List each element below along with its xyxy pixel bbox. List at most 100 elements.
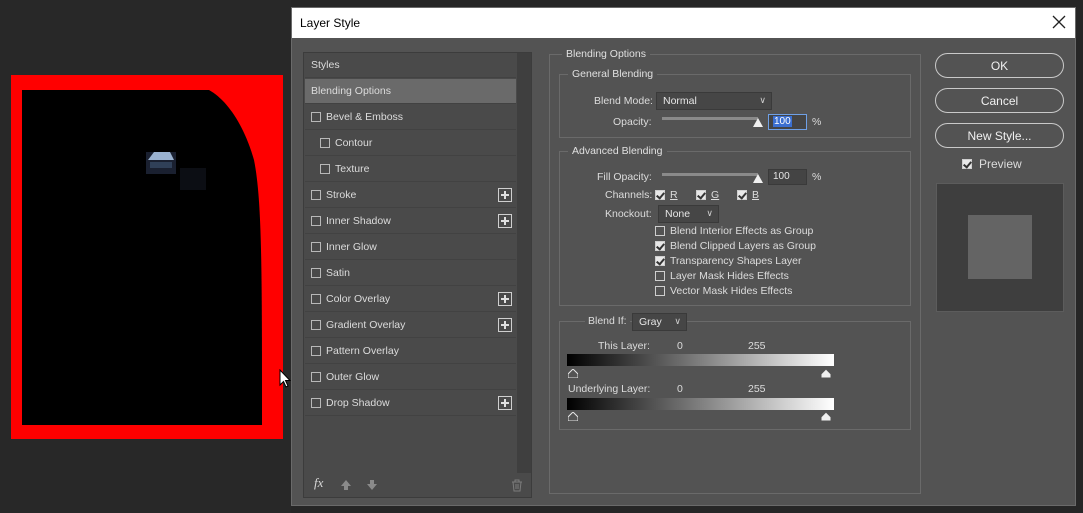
style-item-bevel-emboss[interactable]: Bevel & Emboss xyxy=(305,105,516,130)
close-icon[interactable] xyxy=(1051,14,1067,30)
style-checkbox[interactable] xyxy=(311,346,321,356)
this-layer-high-value: 255 xyxy=(748,340,766,352)
styles-footer: fx xyxy=(304,473,531,497)
channel-g-label: G xyxy=(711,189,720,201)
style-checkbox[interactable] xyxy=(311,190,321,200)
advanced-blending-title: Advanced Blending xyxy=(568,145,667,157)
blend-mode-dropdown[interactable]: Normal ∨ xyxy=(656,92,772,110)
style-item-outer-glow[interactable]: Outer Glow xyxy=(305,365,516,390)
general-blending-title: General Blending xyxy=(568,68,658,80)
style-checkbox[interactable] xyxy=(311,320,321,330)
this-layer-low-value: 0 xyxy=(677,340,683,352)
style-item-label: Inner Glow xyxy=(326,241,377,253)
blend-if-value: Gray xyxy=(639,316,662,328)
underlying-high-value: 255 xyxy=(748,383,766,395)
layer-mask-hides-label: Layer Mask Hides Effects xyxy=(670,270,789,282)
style-item-inner-shadow[interactable]: Inner Shadow xyxy=(305,209,516,234)
underlying-white-slider-icon[interactable] xyxy=(821,412,831,421)
style-item-label: Color Overlay xyxy=(326,293,391,305)
this-layer-white-slider-icon[interactable] xyxy=(821,369,831,378)
this-layer-black-slider-icon[interactable] xyxy=(568,369,578,378)
style-item-gradient-overlay[interactable]: Gradient Overlay xyxy=(305,313,516,338)
ok-button[interactable]: OK xyxy=(935,53,1064,78)
move-up-icon[interactable] xyxy=(340,479,352,491)
style-checkbox[interactable] xyxy=(311,112,321,122)
blend-if-group xyxy=(559,321,911,430)
blend-clipped-checkbox[interactable] xyxy=(655,241,665,251)
knockout-dropdown[interactable]: None ∨ xyxy=(658,205,719,223)
style-item-label: Drop Shadow xyxy=(326,397,390,409)
channel-r-checkbox[interactable] xyxy=(655,190,665,200)
this-layer-label: This Layer: xyxy=(598,340,650,352)
fill-opacity-input[interactable]: 100 xyxy=(768,169,807,185)
vector-mask-hides-checkbox[interactable] xyxy=(655,286,665,296)
channel-b-checkbox[interactable] xyxy=(737,190,747,200)
new-style-button[interactable]: New Style... xyxy=(935,123,1064,148)
styles-header[interactable]: Styles xyxy=(305,53,516,78)
style-item-label: Outer Glow xyxy=(326,371,380,383)
style-item-texture[interactable]: Texture xyxy=(305,157,516,182)
underlying-low-value: 0 xyxy=(677,383,683,395)
preview-checkbox[interactable] xyxy=(962,159,972,169)
styles-list-panel: Styles Blending Options Bevel & Emboss C… xyxy=(303,52,532,498)
add-stroke-plus-icon[interactable] xyxy=(498,188,512,202)
styles-scrollbar[interactable] xyxy=(517,53,531,473)
style-item-label: Satin xyxy=(326,267,350,279)
opacity-slider-thumb[interactable] xyxy=(753,118,763,127)
fill-opacity-slider-thumb[interactable] xyxy=(753,174,763,183)
cancel-button[interactable]: Cancel xyxy=(935,88,1064,113)
add-color-overlay-plus-icon[interactable] xyxy=(498,292,512,306)
chevron-down-icon: ∨ xyxy=(674,316,681,326)
fill-opacity-slider-track[interactable] xyxy=(662,173,758,176)
style-checkbox[interactable] xyxy=(311,398,321,408)
transparency-shapes-checkbox[interactable] xyxy=(655,256,665,266)
blend-mode-value: Normal xyxy=(663,95,697,107)
style-checkbox[interactable] xyxy=(311,216,321,226)
vector-mask-hides-label: Vector Mask Hides Effects xyxy=(670,285,793,297)
style-item-label: Inner Shadow xyxy=(326,215,391,227)
underlying-layer-label: Underlying Layer: xyxy=(568,383,651,395)
style-checkbox[interactable] xyxy=(320,138,330,148)
layer-mask-hides-checkbox[interactable] xyxy=(655,271,665,281)
document-canvas xyxy=(0,0,291,513)
channel-g-checkbox[interactable] xyxy=(696,190,706,200)
style-item-color-overlay[interactable]: Color Overlay xyxy=(305,287,516,312)
blend-if-dropdown[interactable]: Gray ∨ xyxy=(632,313,687,331)
opacity-value: 100 xyxy=(773,116,792,127)
blending-options-title: Blending Options xyxy=(562,48,650,60)
add-inner-shadow-plus-icon[interactable] xyxy=(498,214,512,228)
fill-opacity-value: 100 xyxy=(773,171,790,182)
style-checkbox[interactable] xyxy=(311,268,321,278)
style-item-pattern-overlay[interactable]: Pattern Overlay xyxy=(305,339,516,364)
blend-interior-label: Blend Interior Effects as Group xyxy=(670,225,814,237)
move-down-icon[interactable] xyxy=(366,479,378,491)
add-gradient-overlay-plus-icon[interactable] xyxy=(498,318,512,332)
blend-mode-label: Blend Mode: xyxy=(594,95,653,107)
transparency-shapes-label: Transparency Shapes Layer xyxy=(670,255,802,267)
style-checkbox[interactable] xyxy=(311,294,321,304)
style-item-drop-shadow[interactable]: Drop Shadow xyxy=(305,391,516,416)
style-item-stroke[interactable]: Stroke xyxy=(305,183,516,208)
style-checkbox[interactable] xyxy=(311,242,321,252)
underlying-black-slider-icon[interactable] xyxy=(568,412,578,421)
canvas-object-image xyxy=(146,152,206,190)
layer-style-dialog: Layer Style Styles Blending Options Beve… xyxy=(291,7,1076,506)
style-item-inner-glow[interactable]: Inner Glow xyxy=(305,235,516,260)
styles-header-label: Styles xyxy=(311,59,340,71)
title-bar: Layer Style xyxy=(292,8,1075,38)
opacity-slider-track[interactable] xyxy=(662,117,758,120)
style-item-satin[interactable]: Satin xyxy=(305,261,516,286)
style-item-contour[interactable]: Contour xyxy=(305,131,516,156)
mouse-cursor-icon xyxy=(279,369,291,388)
blend-interior-checkbox[interactable] xyxy=(655,226,665,236)
opacity-input[interactable]: 100 xyxy=(768,114,807,130)
style-item-label: Texture xyxy=(335,163,370,175)
style-checkbox[interactable] xyxy=(320,164,330,174)
style-checkbox[interactable] xyxy=(311,372,321,382)
style-item-label: Bevel & Emboss xyxy=(326,111,404,123)
add-drop-shadow-plus-icon[interactable] xyxy=(498,396,512,410)
fx-menu-icon[interactable]: fx xyxy=(314,475,323,491)
style-item-blending-options[interactable]: Blending Options xyxy=(305,79,516,104)
channels-label: Channels: xyxy=(605,189,653,201)
trash-icon[interactable] xyxy=(511,479,523,492)
